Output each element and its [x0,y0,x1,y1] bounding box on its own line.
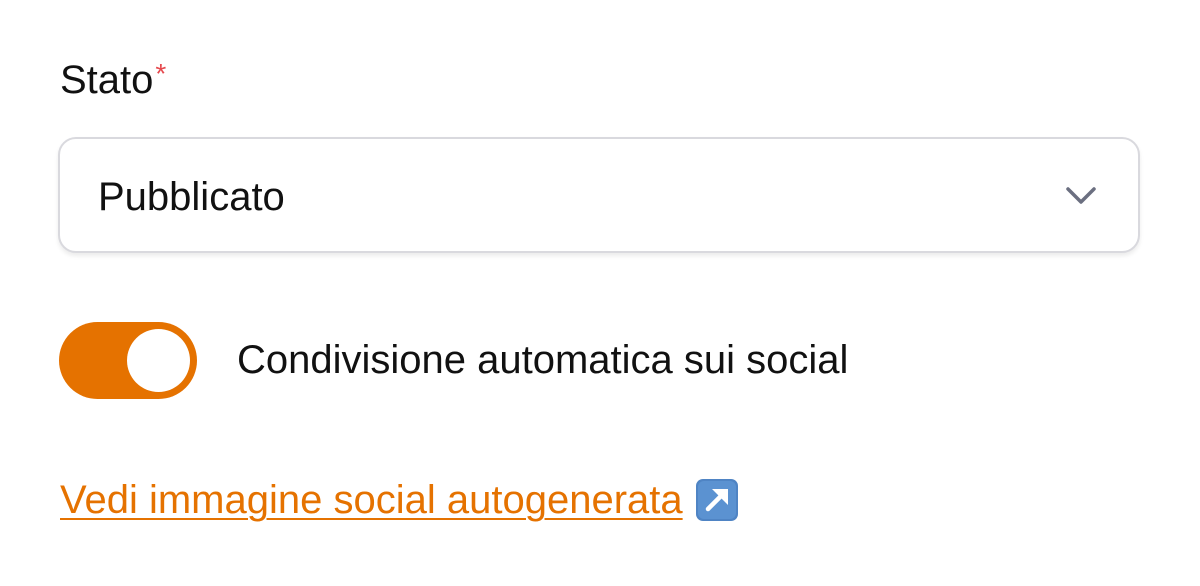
social-image-link[interactable]: Vedi immagine social autogenerata [60,473,683,527]
chevron-down-icon [1066,187,1096,204]
status-select[interactable]: Pubblicato [58,137,1140,253]
status-label: Stato* [60,54,166,106]
status-label-text: Stato [60,58,154,102]
auto-share-toggle[interactable] [59,322,197,399]
external-link-icon[interactable] [695,478,739,522]
social-image-link-row: Vedi immagine social autogenerata [60,472,739,528]
required-indicator: * [155,58,167,89]
status-select-value: Pubblicato [98,175,285,219]
toggle-knob [127,329,190,392]
auto-share-label: Condivisione automatica sui social [237,338,849,382]
status-form: Stato* Pubblicato Condivisione automatic… [0,0,1200,586]
